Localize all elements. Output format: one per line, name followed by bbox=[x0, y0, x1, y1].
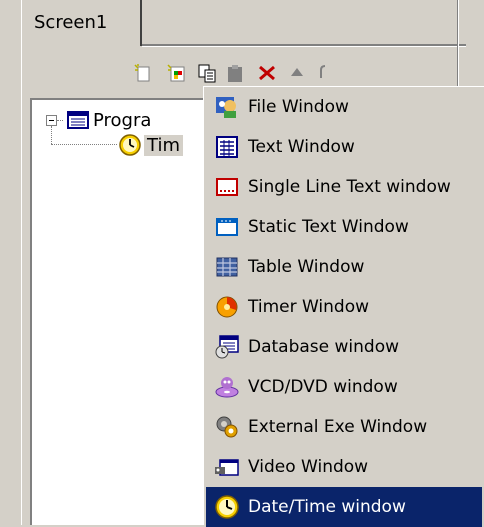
tree-node-timer[interactable]: Tim bbox=[118, 133, 183, 157]
table-window-icon bbox=[216, 257, 238, 277]
menu-item-table-window[interactable]: Table Window bbox=[206, 247, 482, 287]
single-line-text-icon bbox=[216, 178, 238, 196]
static-text-icon bbox=[216, 218, 238, 236]
menu-item-label: Static Text Window bbox=[248, 217, 409, 237]
copy-button[interactable] bbox=[194, 58, 220, 88]
move-down-icon bbox=[320, 65, 326, 78]
menu-item-label: File Window bbox=[248, 97, 349, 117]
text-window-icon bbox=[216, 136, 238, 158]
move-up-button[interactable] bbox=[284, 58, 310, 88]
tree-connector bbox=[51, 144, 117, 145]
menu-item-label: Timer Window bbox=[248, 297, 370, 317]
database-icon bbox=[215, 335, 239, 359]
program-icon bbox=[67, 111, 89, 129]
external-exe-icon bbox=[216, 416, 238, 438]
menu-item-text-window[interactable]: Text Window bbox=[206, 127, 482, 167]
menu-item-label: Table Window bbox=[248, 257, 365, 277]
add-window-icon bbox=[167, 64, 185, 82]
paste-icon bbox=[228, 65, 242, 82]
vcd-dvd-icon bbox=[215, 377, 239, 398]
clock-icon bbox=[119, 134, 141, 156]
tab-screen1[interactable]: Screen1 bbox=[21, 0, 142, 46]
add-window-button[interactable] bbox=[164, 58, 190, 88]
delete-icon bbox=[259, 65, 275, 81]
paste-button[interactable] bbox=[222, 58, 248, 88]
menu-item-video-window[interactable]: Video Window bbox=[206, 447, 482, 487]
tree-node-timer-label: Tim bbox=[144, 134, 183, 156]
menu-item-label: Date/Time window bbox=[248, 497, 406, 517]
menu-item-label: Video Window bbox=[248, 457, 369, 477]
menu-item-vcd-dvd-window[interactable]: VCD/DVD window bbox=[206, 367, 482, 407]
menu-item-single-line-text[interactable]: Single Line Text window bbox=[206, 167, 482, 207]
menu-item-label: Database window bbox=[248, 337, 400, 357]
menu-item-static-text[interactable]: Static Text Window bbox=[206, 207, 482, 247]
delete-button[interactable] bbox=[254, 58, 280, 88]
menu-item-timer-window[interactable]: Timer Window bbox=[206, 287, 482, 327]
video-icon bbox=[215, 459, 239, 476]
menu-item-database-window[interactable]: Database window bbox=[206, 327, 482, 367]
menu-item-external-exe[interactable]: External Exe Window bbox=[206, 407, 482, 447]
new-item-button[interactable] bbox=[130, 58, 156, 88]
menu-item-label: Single Line Text window bbox=[248, 177, 451, 197]
copy-icon bbox=[198, 64, 216, 83]
tree-connector bbox=[51, 126, 52, 144]
clock-icon bbox=[215, 495, 239, 519]
menu-item-file-window[interactable]: File Window bbox=[206, 87, 482, 127]
move-up-icon bbox=[291, 68, 303, 76]
collapse-toggle[interactable] bbox=[46, 114, 57, 126]
file-window-icon bbox=[216, 97, 236, 118]
menu-item-label: Text Window bbox=[248, 137, 355, 157]
tree-node-root-label: Progra bbox=[93, 109, 152, 131]
context-menu: File Window Text Window Single Line Text… bbox=[203, 86, 484, 527]
tree-node-root[interactable]: Progra bbox=[46, 108, 151, 132]
menu-item-date-time-window[interactable]: Date/Time window bbox=[206, 487, 482, 527]
menu-item-label: External Exe Window bbox=[248, 417, 428, 437]
move-down-button[interactable] bbox=[310, 58, 336, 88]
timer-icon bbox=[216, 296, 238, 318]
menu-item-label: VCD/DVD window bbox=[248, 377, 398, 397]
panel-edge bbox=[21, 46, 22, 525]
new-item-icon bbox=[134, 64, 150, 82]
tab-divider-highlight bbox=[142, 46, 466, 47]
tab-screen1-label: Screen1 bbox=[34, 12, 108, 33]
